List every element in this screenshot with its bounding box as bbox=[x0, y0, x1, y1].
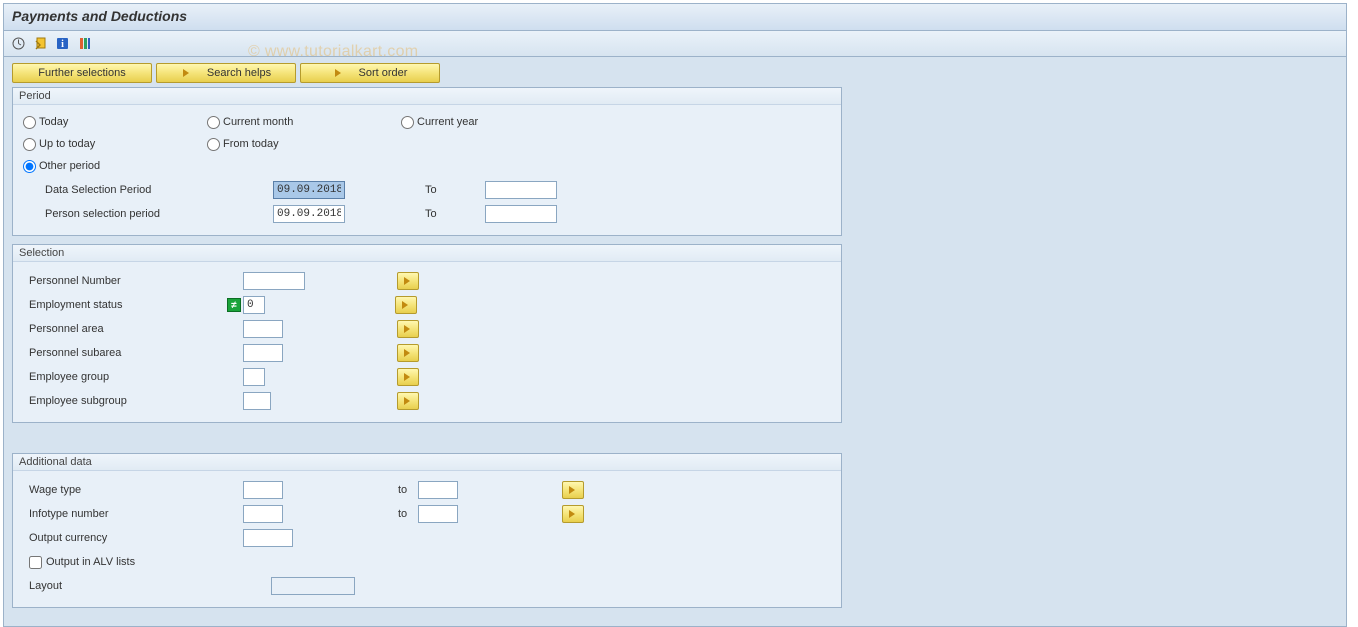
employment-status-input[interactable] bbox=[243, 296, 265, 314]
wage-type-label: Wage type bbox=[23, 484, 243, 496]
radio-current-month[interactable]: Current month bbox=[207, 116, 397, 129]
radio-up-to-today-input[interactable] bbox=[23, 138, 36, 151]
execute-icon[interactable] bbox=[10, 36, 26, 52]
radio-today-input[interactable] bbox=[23, 116, 36, 129]
radio-current-year[interactable]: Current year bbox=[401, 116, 478, 129]
radio-today[interactable]: Today bbox=[23, 116, 203, 129]
radio-current-year-input[interactable] bbox=[401, 116, 414, 129]
employee-group-input[interactable] bbox=[243, 368, 265, 386]
group-additional-data: Additional data Wage type to Infotype nu… bbox=[12, 453, 842, 608]
arrow-right-icon bbox=[333, 67, 345, 79]
group-selection-header: Selection bbox=[13, 245, 841, 262]
radio-other-period[interactable]: Other period bbox=[23, 160, 100, 173]
sort-order-label: Sort order bbox=[359, 67, 408, 79]
person-selection-period-label: Person selection period bbox=[23, 208, 273, 220]
infotype-number-label: Infotype number bbox=[23, 508, 243, 520]
personnel-area-multiple-button[interactable] bbox=[397, 320, 419, 338]
radio-current-year-label: Current year bbox=[417, 116, 478, 128]
personnel-number-input[interactable] bbox=[243, 272, 305, 290]
personnel-number-label: Personnel Number bbox=[23, 275, 243, 287]
radio-up-to-today-label: Up to today bbox=[39, 138, 95, 150]
data-selection-to-label: To bbox=[415, 184, 485, 196]
search-helps-label: Search helps bbox=[207, 67, 271, 79]
personnel-area-label: Personnel area bbox=[23, 323, 243, 335]
infotype-to-input[interactable] bbox=[418, 505, 458, 523]
org-structure-icon[interactable] bbox=[76, 36, 92, 52]
data-selection-from-input[interactable] bbox=[273, 181, 345, 199]
employee-subgroup-input[interactable] bbox=[243, 392, 271, 410]
output-currency-label: Output currency bbox=[23, 532, 243, 544]
radio-current-month-label: Current month bbox=[223, 116, 293, 128]
wage-type-from-input[interactable] bbox=[243, 481, 283, 499]
layout-input[interactable] bbox=[271, 577, 355, 595]
person-selection-to-input[interactable] bbox=[485, 205, 557, 223]
output-currency-input[interactable] bbox=[243, 529, 293, 547]
wage-type-to-input[interactable] bbox=[418, 481, 458, 499]
search-helps-button[interactable]: Search helps bbox=[156, 63, 296, 83]
alv-lists-label: Output in ALV lists bbox=[46, 556, 135, 568]
employee-group-label: Employee group bbox=[23, 371, 243, 383]
group-period-header: Period bbox=[13, 88, 841, 105]
further-selections-label: Further selections bbox=[38, 67, 125, 79]
radio-current-month-input[interactable] bbox=[207, 116, 220, 129]
arrow-right-icon bbox=[181, 67, 193, 79]
employment-status-label: Employment status bbox=[23, 299, 227, 311]
radio-up-to-today[interactable]: Up to today bbox=[23, 138, 203, 151]
group-additional-header: Additional data bbox=[13, 454, 841, 471]
personnel-number-multiple-button[interactable] bbox=[397, 272, 419, 290]
radio-other-period-input[interactable] bbox=[23, 160, 36, 173]
person-selection-from-input[interactable] bbox=[273, 205, 345, 223]
infotype-to-label: to bbox=[388, 508, 418, 520]
data-selection-period-label: Data Selection Period bbox=[23, 184, 273, 196]
alv-lists-checkbox[interactable] bbox=[29, 556, 42, 569]
svg-text:i: i bbox=[61, 39, 64, 50]
employee-group-multiple-button[interactable] bbox=[397, 368, 419, 386]
info-icon[interactable]: i bbox=[54, 36, 70, 52]
selection-buttons-row: Further selections Search helps Sort ord… bbox=[12, 63, 1338, 83]
variant-icon[interactable] bbox=[32, 36, 48, 52]
personnel-subarea-multiple-button[interactable] bbox=[397, 344, 419, 362]
infotype-multiple-button[interactable] bbox=[562, 505, 584, 523]
radio-from-today-input[interactable] bbox=[207, 138, 220, 151]
radio-other-period-label: Other period bbox=[39, 160, 100, 172]
wage-type-multiple-button[interactable] bbox=[562, 481, 584, 499]
employee-subgroup-label: Employee subgroup bbox=[23, 395, 243, 407]
layout-label: Layout bbox=[23, 580, 243, 592]
personnel-subarea-input[interactable] bbox=[243, 344, 283, 362]
sort-order-button[interactable]: Sort order bbox=[300, 63, 440, 83]
group-selection: Selection Personnel Number Employment st… bbox=[12, 244, 842, 423]
employee-subgroup-multiple-button[interactable] bbox=[397, 392, 419, 410]
further-selections-button[interactable]: Further selections bbox=[12, 63, 152, 83]
radio-today-label: Today bbox=[39, 116, 68, 128]
personnel-area-input[interactable] bbox=[243, 320, 283, 338]
group-period: Period Today Current month Current year bbox=[12, 87, 842, 236]
wage-type-to-label: to bbox=[388, 484, 418, 496]
radio-from-today[interactable]: From today bbox=[207, 138, 279, 151]
app-toolbar: i bbox=[4, 31, 1346, 57]
infotype-from-input[interactable] bbox=[243, 505, 283, 523]
personnel-subarea-label: Personnel subarea bbox=[23, 347, 243, 359]
not-equal-icon[interactable]: ≠ bbox=[227, 298, 241, 312]
employment-status-multiple-button[interactable] bbox=[395, 296, 417, 314]
page-title: Payments and Deductions bbox=[12, 8, 1338, 24]
title-bar: Payments and Deductions bbox=[4, 4, 1346, 31]
radio-from-today-label: From today bbox=[223, 138, 279, 150]
data-selection-to-input[interactable] bbox=[485, 181, 557, 199]
person-selection-to-label: To bbox=[415, 208, 485, 220]
